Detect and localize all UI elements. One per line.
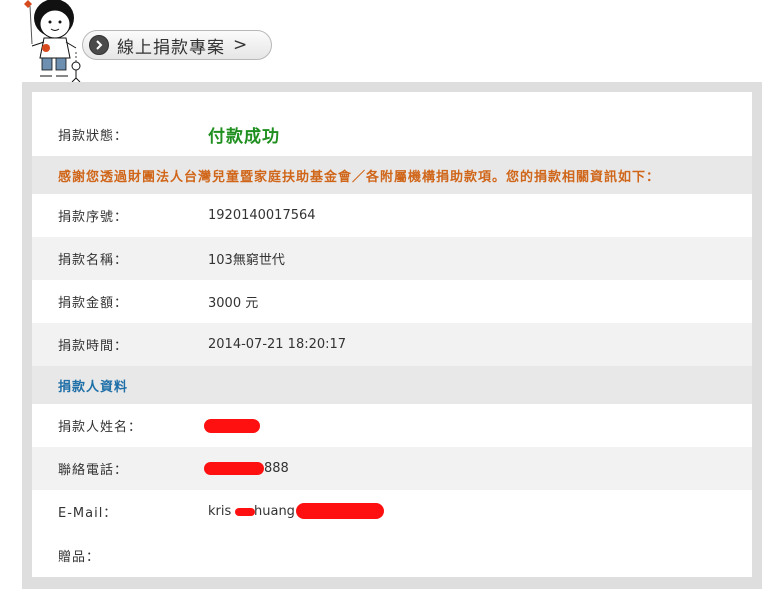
result-frame: 捐款狀態： 付款成功 感謝您透過財團法人台灣兒童暨家庭扶助基金會／各附屬機構捐助… <box>22 82 762 589</box>
status-value: 付款成功 <box>208 126 280 147</box>
pinwheel-icon <box>24 0 33 45</box>
serial-label: 捐款序號： <box>58 210 129 225</box>
donation-name-value: 103無窮世代 <box>208 253 285 268</box>
amount-value: 3000 元 <box>208 296 259 311</box>
section-title: 線上捐款專案 <box>117 37 225 58</box>
serial-value: 1920140017564 <box>208 208 316 223</box>
time-label: 捐款時間： <box>58 339 129 354</box>
donor-section-title: 捐款人資料 <box>58 379 129 395</box>
online-donation-section-header[interactable]: 線上捐款專案 > <box>82 30 272 60</box>
phone-label: 聯絡電話： <box>58 463 129 478</box>
status-label: 捐款狀態： <box>58 128 129 144</box>
email-row: E-Mail： kris huang <box>32 490 752 533</box>
email-value-middle: huang <box>254 504 295 519</box>
phone-value-visible: 888 <box>264 461 289 476</box>
donor-section-header: 捐款人資料 <box>32 366 752 404</box>
email-value-prefix: kris <box>208 504 232 519</box>
redaction-mark <box>296 503 384 519</box>
mascot-illustration <box>24 0 81 83</box>
time-value: 2014-07-21 18:20:17 <box>208 337 347 352</box>
gift-row: 贈品： <box>32 533 752 577</box>
donation-result-panel: 捐款狀態： 付款成功 感謝您透過財團法人台灣兒童暨家庭扶助基金會／各附屬機構捐助… <box>32 92 752 577</box>
chevron-text: > <box>233 35 248 55</box>
redaction-mark <box>204 419 260 433</box>
email-label: E-Mail： <box>58 506 118 521</box>
phone-row: 聯絡電話： 888 <box>32 447 752 490</box>
amount-row: 捐款金額： 3000 元 <box>32 280 752 323</box>
amount-label: 捐款金額： <box>58 296 129 311</box>
gift-label: 贈品： <box>58 549 101 565</box>
serial-row: 捐款序號： 1920140017564 <box>32 194 752 237</box>
status-row: 捐款狀態： 付款成功 <box>32 112 752 156</box>
time-row: 捐款時間： 2014-07-21 18:20:17 <box>32 323 752 366</box>
donation-name-row: 捐款名稱： 103無窮世代 <box>32 237 752 280</box>
redaction-mark <box>235 508 255 516</box>
thanks-message: 感謝您透過財團法人台灣兒童暨家庭扶助基金會／各附屬機構捐助款項。您的捐款相關資訊… <box>58 169 661 185</box>
redaction-mark <box>204 462 264 475</box>
donation-name-label: 捐款名稱： <box>58 253 129 268</box>
chevron-right-circle-icon <box>89 35 109 55</box>
donor-name-row: 捐款人姓名： <box>32 404 752 447</box>
thanks-banner: 感謝您透過財團法人台灣兒童暨家庭扶助基金會／各附屬機構捐助款項。您的捐款相關資訊… <box>32 156 752 194</box>
donor-name-label: 捐款人姓名： <box>58 420 143 435</box>
